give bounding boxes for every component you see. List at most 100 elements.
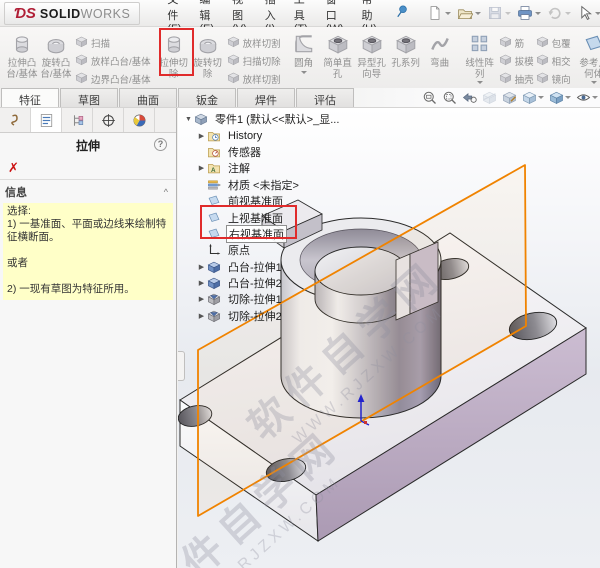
tree-item-cut-extrude2[interactable]: ▶ 切除-拉伸2 <box>196 308 341 324</box>
print-icon[interactable] <box>515 4 543 22</box>
revolved-cut-button[interactable]: 旋转切 除 <box>191 30 225 80</box>
intersect-button[interactable]: 相交 <box>536 52 571 69</box>
extruded-cut-button[interactable]: 拉伸切 除 <box>157 30 191 80</box>
ribbon-button-label: 扫描切除 <box>242 56 281 68</box>
tree-item-top-plane[interactable]: 上视基准面 <box>196 209 341 225</box>
cancel-button[interactable]: ✗ <box>8 160 24 176</box>
lofted-boss-button[interactable]: 放样凸台/基体 <box>75 52 151 69</box>
ribbon-group-4: 参考几 何体 <box>574 29 600 86</box>
draft-button[interactable]: 拔模 <box>499 52 534 69</box>
pm-tab-configurationmanager[interactable] <box>62 108 93 132</box>
fillet-icon <box>293 33 315 58</box>
heads-up-view-toolbar <box>422 90 598 105</box>
hole-series-button[interactable]: 孔系列 <box>389 30 423 70</box>
boss-icon <box>207 276 222 290</box>
cut-icon <box>207 309 222 323</box>
tree-item-annotations[interactable]: ▶ A 注解 <box>196 160 341 176</box>
tree-item-label: History <box>228 129 263 142</box>
tree-item-right-plane[interactable]: 右视基准面 <box>196 224 341 243</box>
tree-item-sensors[interactable]: 传感器 <box>196 144 341 160</box>
ribbon-group-0: 拉伸凸 台/基体 旋转凸 台/基体 扫描 放样凸台/基体 边界凸台/基体 <box>2 29 154 86</box>
tree-item-history[interactable]: ▶ History <box>196 127 341 143</box>
save-icon[interactable] <box>485 4 513 22</box>
dropdown-caret-icon <box>564 11 571 15</box>
flex-button[interactable]: 弯曲 <box>423 30 457 70</box>
tab-weldments[interactable]: 焊件 <box>237 88 295 107</box>
pin-icon[interactable] <box>394 4 409 22</box>
open-icon[interactable] <box>455 4 483 22</box>
tree-item-part[interactable]: ▼ 零件1 (默认<<默认>_显... <box>183 111 341 127</box>
help-icon[interactable]: ? <box>154 138 167 151</box>
hole-wizard-button[interactable]: 异型孔 向导 <box>355 30 389 80</box>
extruded-boss-button[interactable]: 拉伸凸 台/基体 <box>5 30 39 80</box>
select-cursor-icon[interactable] <box>575 4 600 22</box>
panel-tab-strip <box>0 108 176 133</box>
expand-arrow-icon[interactable]: ▼ <box>183 116 194 123</box>
ribbon-button-label: 放样切割 <box>242 74 281 86</box>
ribbon-toolbar: 拉伸凸 台/基体 旋转凸 台/基体 扫描 放样凸台/基体 边界凸台/基体 拉伸切 除旋转切… <box>0 27 600 88</box>
tab-features[interactable]: 特征 <box>1 88 59 107</box>
lofted-cut-icon-2 <box>227 71 240 87</box>
tab-evaluate[interactable]: 评估 <box>296 88 354 107</box>
expand-arrow-icon[interactable]: ▶ <box>196 295 207 303</box>
panel-splitter-handle[interactable] <box>178 351 185 381</box>
rib-button[interactable]: 筋 <box>499 34 534 51</box>
expand-arrow-icon[interactable]: ▶ <box>196 312 207 320</box>
boundary-boss-button[interactable]: 边界凸台/基体 <box>75 70 151 87</box>
hide-show-items-icon[interactable] <box>576 90 598 105</box>
expand-arrow-icon[interactable]: ▶ <box>196 279 207 287</box>
previous-view-icon[interactable] <box>462 90 477 105</box>
section-view-icon[interactable] <box>482 90 497 105</box>
lofted-cut-button[interactable]: 放样切割 <box>227 34 281 51</box>
display-style-icon[interactable] <box>549 90 571 105</box>
svg-text:A: A <box>211 167 216 174</box>
view-orientation-icon[interactable] <box>522 90 544 105</box>
zoom-fit-icon[interactable] <box>422 90 437 105</box>
linear-pattern-button[interactable]: 线性阵 列 <box>463 30 497 84</box>
revolved-boss-button[interactable]: 旋转凸 台/基体 <box>39 30 73 80</box>
shell-button[interactable]: 抽壳 <box>499 70 534 87</box>
pm-tab-dimxpert[interactable] <box>93 108 124 132</box>
logo-text-solid: SOLID <box>39 6 81 21</box>
expand-arrow-icon[interactable]: ▶ <box>196 132 207 140</box>
pm-tab-displaymanager[interactable] <box>124 108 155 132</box>
solidworks-logo: ƊS SOLIDWORKS <box>4 1 141 25</box>
tree-item-origin[interactable]: 原点 <box>196 242 341 258</box>
mirror-button[interactable]: 镜向 <box>536 70 571 87</box>
tree-item-boss-extrude2[interactable]: ▶ 凸台-拉伸2 <box>196 275 341 291</box>
wrap-button[interactable]: 包覆 <box>536 34 571 51</box>
ribbon-small-button-column: 放样切割 扫描切除 放样切割 <box>227 30 281 87</box>
fillet-button[interactable]: 圆角 <box>287 30 321 74</box>
reference-geometry-button[interactable]: 参考几 何体 <box>577 30 600 84</box>
simple-hole-button[interactable]: 简单直 孔 <box>321 30 355 80</box>
tree-item-material[interactable]: 材质 <未指定> <box>196 177 341 193</box>
zoom-area-icon[interactable] <box>442 90 457 105</box>
ribbon-button-label: 放样切割 <box>242 38 281 50</box>
collapse-chevron-icon[interactable]: ^ <box>164 187 168 197</box>
tab-sketch[interactable]: 草图 <box>60 88 118 107</box>
tree-item-boss-extrude1[interactable]: ▶ 凸台-拉伸1 <box>196 259 341 275</box>
tab-sheet-metal[interactable]: 钣金 <box>178 88 236 107</box>
tree-item-front-plane[interactable]: 前视基准面 <box>196 193 341 209</box>
lofted-cut-button-2[interactable]: 放样切割 <box>227 70 281 87</box>
pm-tab-propertymanager[interactable] <box>31 108 62 132</box>
3d-drawing-view-icon[interactable] <box>502 90 517 105</box>
logo-text-works: WORKS <box>80 6 131 21</box>
tree-item-label: 凸台-拉伸1 <box>228 261 282 274</box>
ribbon-small-button-column: 筋拔模 抽壳 <box>499 30 534 87</box>
swept-cut-icon <box>227 53 240 69</box>
message-line <box>7 244 169 257</box>
swept-boss-button[interactable]: 扫描 <box>75 34 151 51</box>
swept-cut-button[interactable]: 扫描切除 <box>227 52 281 69</box>
tab-surfaces[interactable]: 曲面 <box>119 88 177 107</box>
graphics-viewport[interactable]: 软件自学网 WWW.RJZXW.COM 软件自学网 WWW.RJZXW.COM … <box>178 108 600 568</box>
new-document-icon[interactable] <box>425 4 453 22</box>
wrap-icon <box>536 35 549 51</box>
origin-icon <box>207 243 222 257</box>
tree-item-cut-extrude1[interactable]: ▶ 切除-拉伸1 <box>196 291 341 307</box>
ribbon-button-label: 相交 <box>551 56 571 68</box>
undo-icon[interactable] <box>545 4 573 22</box>
expand-arrow-icon[interactable]: ▶ <box>196 263 207 271</box>
expand-arrow-icon[interactable]: ▶ <box>196 164 207 172</box>
pm-tab-featuremanager[interactable] <box>0 108 31 132</box>
